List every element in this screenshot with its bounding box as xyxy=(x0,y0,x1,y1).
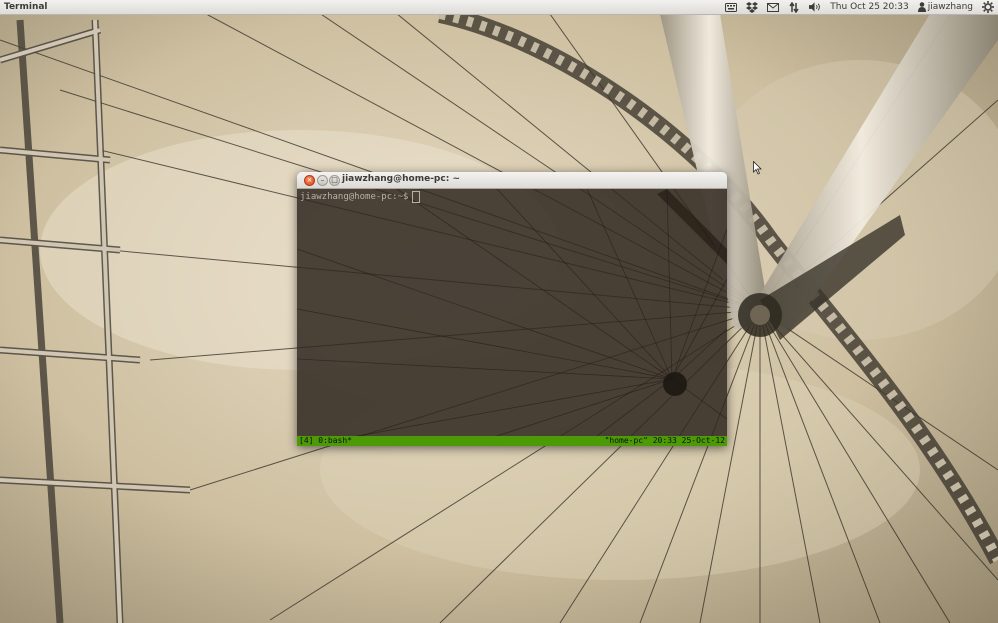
user-icon xyxy=(917,2,926,12)
user-menu[interactable]: jiawzhang xyxy=(917,2,973,12)
terminal-content[interactable]: jiawzhang@home-pc:~$ xyxy=(297,189,727,436)
status-host-time: "home-pc" 20:33 25-Oct-12 xyxy=(604,436,725,445)
status-window-list: [4] 0:bash* xyxy=(299,436,352,445)
keyboard-icon[interactable] xyxy=(725,1,738,13)
text-cursor xyxy=(412,191,421,203)
window-title: jiawzhang@home-pc: ~ xyxy=(342,174,460,184)
mail-icon[interactable] xyxy=(767,1,780,13)
terminal-background-image xyxy=(297,189,727,436)
shell-prompt-line[interactable]: jiawzhang@home-pc:~$ xyxy=(300,191,421,203)
active-app-title: Terminal xyxy=(4,2,48,12)
volume-icon[interactable] xyxy=(809,1,821,13)
terminal-window[interactable]: × – □ jiawzhang@home-pc: ~ jiawzhang@hom… xyxy=(297,172,727,446)
gear-icon[interactable] xyxy=(982,1,994,13)
window-titlebar[interactable]: × – □ jiawzhang@home-pc: ~ xyxy=(297,172,727,189)
clock[interactable]: Thu Oct 25 20:33 xyxy=(830,2,908,12)
top-panel: Terminal Thu Oct 25 20:33 jiawzhang xyxy=(0,0,998,15)
close-button[interactable]: × xyxy=(304,175,315,186)
username: jiawzhang xyxy=(927,2,973,12)
mouse-cursor-icon xyxy=(753,161,762,175)
minimize-button[interactable]: – xyxy=(317,175,328,186)
tmux-status-bar: [4] 0:bash* "home-pc" 20:33 25-Oct-12 xyxy=(297,436,727,446)
network-icon[interactable] xyxy=(788,1,800,13)
shell-prompt: jiawzhang@home-pc:~$ xyxy=(300,192,409,202)
maximize-button[interactable]: □ xyxy=(329,175,340,186)
indicator-area: Thu Oct 25 20:33 jiawzhang xyxy=(725,1,998,13)
dropbox-icon[interactable] xyxy=(746,1,759,13)
